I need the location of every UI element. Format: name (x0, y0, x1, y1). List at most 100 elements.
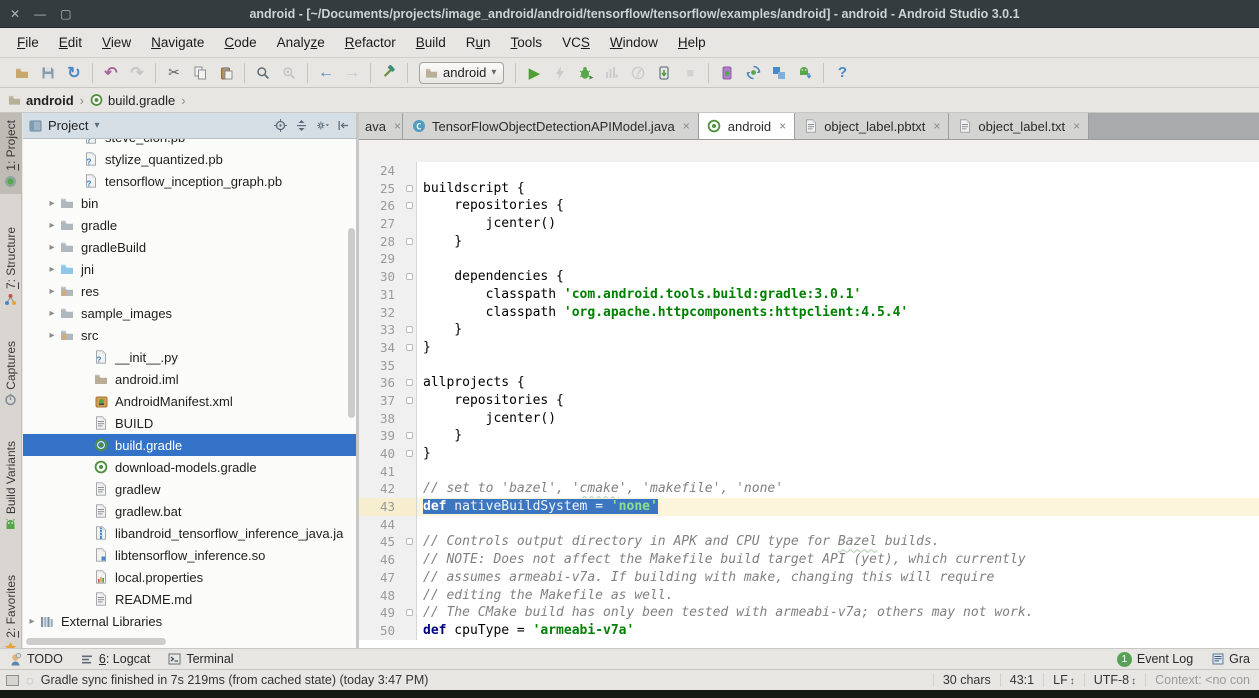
line-number[interactable]: 46 (359, 551, 403, 569)
line-number[interactable]: 44 (359, 516, 403, 534)
close-tab-icon[interactable]: × (394, 119, 401, 133)
tree-item-build-gradle[interactable]: build.gradle (23, 434, 356, 456)
line-number[interactable]: 29 (359, 250, 403, 268)
code-line-37[interactable]: 37 repositories { (359, 392, 1259, 410)
fold-gutter[interactable] (403, 233, 417, 251)
menu-help[interactable]: Help (669, 32, 715, 53)
code-line-39[interactable]: 39 } (359, 427, 1259, 445)
code-text[interactable]: } (417, 321, 1259, 339)
code-text[interactable]: dependencies { (417, 268, 1259, 286)
code-text[interactable]: jcenter() (417, 215, 1259, 233)
fold-marker-icon[interactable] (406, 185, 413, 192)
code-text[interactable]: // NOTE: Does not affect the Makefile bu… (417, 551, 1259, 569)
menu-analyze[interactable]: Analyze (268, 32, 334, 53)
project-structure-icon[interactable] (768, 62, 790, 84)
back-icon[interactable]: ← (315, 62, 337, 84)
tree-item-BUILD[interactable]: BUILD (23, 412, 356, 434)
status-segment-43-1[interactable]: 43:1 (1000, 673, 1043, 687)
fold-marker-icon[interactable] (406, 202, 413, 209)
code-text[interactable]: classpath 'org.apache.httpcomponents:htt… (417, 304, 1259, 322)
menu-refactor[interactable]: Refactor (336, 32, 405, 53)
attach-debugger-icon[interactable] (653, 62, 675, 84)
code-line-30[interactable]: 30 dependencies { (359, 268, 1259, 286)
tool-strip-7-structure[interactable]: 7: Structure (0, 220, 22, 312)
expand-arrow-icon[interactable]: ▸ (45, 308, 59, 319)
code-text[interactable]: } (417, 233, 1259, 251)
code-line-42[interactable]: 42// set to 'bazel', 'cmake', 'makefile'… (359, 480, 1259, 498)
line-number[interactable]: 40 (359, 445, 403, 463)
tree-item-gradle[interactable]: ▸gradle (23, 214, 356, 236)
tree-item-AndroidManifest-xml[interactable]: AndroidManifest.xml (23, 390, 356, 412)
code-line-45[interactable]: 45// Controls output directory in APK an… (359, 533, 1259, 551)
status-segment-utf-8[interactable]: UTF-8↕ (1084, 673, 1145, 687)
code-line-48[interactable]: 48// editing the Makefile as well. (359, 587, 1259, 605)
line-number[interactable]: 49 (359, 604, 403, 622)
code-line-32[interactable]: 32 classpath 'org.apache.httpcomponents:… (359, 304, 1259, 322)
code-line-27[interactable]: 27 jcenter() (359, 215, 1259, 233)
fold-gutter[interactable] (403, 374, 417, 392)
menu-window[interactable]: Window (601, 32, 667, 53)
code-text[interactable]: classpath 'com.android.tools.build:gradl… (417, 286, 1259, 304)
tree-item-__init__-py[interactable]: ?__init__.py (23, 346, 356, 368)
code-line-36[interactable]: 36allprojects { (359, 374, 1259, 392)
code-line-44[interactable]: 44 (359, 516, 1259, 534)
fold-marker-icon[interactable] (406, 450, 413, 457)
tree-vertical-scrollbar[interactable] (348, 228, 355, 418)
paste-icon[interactable] (215, 62, 237, 84)
fold-gutter[interactable] (403, 445, 417, 463)
menu-code[interactable]: Code (215, 32, 265, 53)
line-number[interactable]: 27 (359, 215, 403, 233)
code-line-24[interactable]: 24 (359, 162, 1259, 180)
tree-item-External-Libraries[interactable]: ▸External Libraries (23, 610, 356, 632)
line-number[interactable]: 39 (359, 427, 403, 445)
settings-gear-icon[interactable] (316, 119, 329, 132)
code-line-26[interactable]: 26 repositories { (359, 197, 1259, 215)
locate-icon[interactable] (274, 119, 287, 132)
code-text[interactable]: } (417, 445, 1259, 463)
menu-file[interactable]: File (8, 32, 48, 53)
tree-item-sample_images[interactable]: ▸sample_images (23, 302, 356, 324)
tree-item-libandroid_tensorflow_inference_java-ja[interactable]: libandroid_tensorflow_inference_java.ja (23, 522, 356, 544)
editor-tab-ava[interactable]: ava× (359, 113, 403, 139)
fold-marker-icon[interactable] (406, 326, 413, 333)
tree-item-download-models-gradle[interactable]: download-models.gradle (23, 456, 356, 478)
code-line-38[interactable]: 38 jcenter() (359, 410, 1259, 428)
code-text[interactable] (417, 250, 1259, 268)
fold-marker-icon[interactable] (406, 609, 413, 616)
line-number[interactable]: 33 (359, 321, 403, 339)
tree-item-gradleBuild[interactable]: ▸gradleBuild (23, 236, 356, 258)
line-number[interactable]: 36 (359, 374, 403, 392)
fold-gutter[interactable] (403, 533, 417, 551)
expand-arrow-icon[interactable]: ▸ (45, 286, 59, 297)
code-editor[interactable]: 24 25buildscript {26 repositories {27 jc… (359, 162, 1259, 640)
gradle-sync-icon[interactable] (742, 62, 764, 84)
tree-item-res[interactable]: ▸res (23, 280, 356, 302)
breadcrumb-item-android[interactable]: android (8, 93, 74, 108)
line-number[interactable]: 45 (359, 533, 403, 551)
tool-window-switcher-icon[interactable] (6, 675, 19, 686)
tree-item-README-md[interactable]: README.md (23, 588, 356, 610)
open-icon[interactable] (11, 62, 33, 84)
code-text[interactable]: def nativeBuildSystem = 'none' (417, 498, 1259, 516)
code-text[interactable] (417, 463, 1259, 481)
find-icon[interactable] (252, 62, 274, 84)
line-number[interactable]: 42 (359, 480, 403, 498)
line-number[interactable]: 30 (359, 268, 403, 286)
expand-arrow-icon[interactable]: ▸ (25, 616, 39, 627)
code-text[interactable] (417, 357, 1259, 375)
code-text[interactable]: } (417, 427, 1259, 445)
code-text[interactable]: // assumes armeabi-v7a. If building with… (417, 569, 1259, 587)
line-number[interactable]: 24 (359, 162, 403, 180)
line-number[interactable]: 25 (359, 180, 403, 198)
editor-tab-object_label-txt[interactable]: object_label.txt× (949, 113, 1089, 139)
code-line-25[interactable]: 25buildscript { (359, 180, 1259, 198)
code-line-35[interactable]: 35 (359, 357, 1259, 375)
tree-item-tensorflow_inception_graph-pb[interactable]: ?tensorflow_inception_graph.pb (23, 170, 356, 192)
line-number[interactable]: 37 (359, 392, 403, 410)
editor-tab-object_label-pbtxt[interactable]: object_label.pbtxt× (795, 113, 949, 139)
sdk-manager-icon[interactable] (794, 62, 816, 84)
tree-item-steve_clon-pb[interactable]: ?steve_clon.pb (23, 139, 356, 148)
expand-arrow-icon[interactable]: ▸ (45, 242, 59, 253)
line-number[interactable]: 43 (359, 498, 403, 516)
fold-gutter[interactable] (403, 427, 417, 445)
